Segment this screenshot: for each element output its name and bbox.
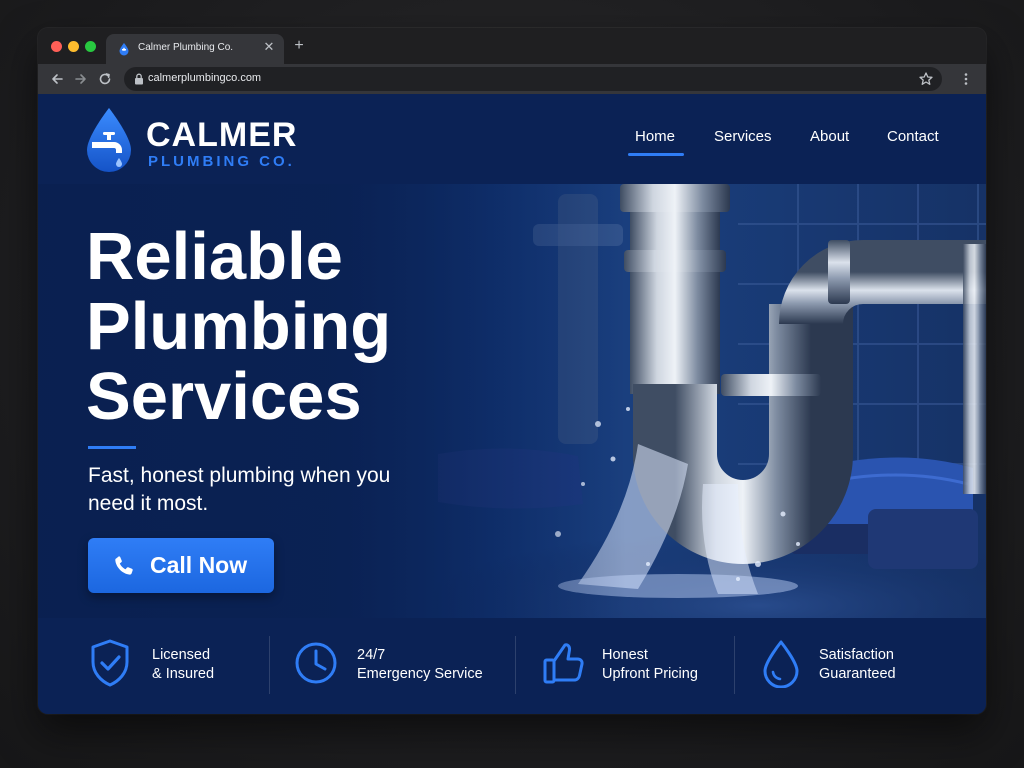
more-vertical-icon[interactable] bbox=[958, 71, 974, 87]
feature-text: Honest Upfront Pricing bbox=[602, 646, 698, 684]
browser-window: Calmer Plumbing Co. ✕ + calmerplumbingco… bbox=[38, 28, 986, 714]
nav-services[interactable]: Services bbox=[714, 128, 772, 145]
window-close-button[interactable] bbox=[51, 41, 62, 52]
hero-title-line: Reliable bbox=[86, 219, 343, 294]
window-minimize-button[interactable] bbox=[68, 41, 79, 52]
browser-tab[interactable]: Calmer Plumbing Co. ✕ bbox=[106, 34, 284, 64]
reload-icon[interactable] bbox=[96, 70, 114, 88]
nav-active-indicator bbox=[628, 153, 684, 156]
plus-icon[interactable]: + bbox=[290, 37, 308, 55]
feature-licensed: Licensed & Insured bbox=[38, 618, 268, 714]
arrow-right-icon[interactable] bbox=[72, 70, 90, 88]
address-bar[interactable]: calmerplumbingco.com bbox=[124, 67, 942, 91]
hero-title-line: Services bbox=[86, 359, 362, 434]
feature-text: 24/7 Emergency Service bbox=[357, 646, 483, 684]
thumbs-up-icon bbox=[543, 643, 584, 684]
close-icon[interactable]: ✕ bbox=[262, 40, 276, 54]
feature-line: Guaranteed bbox=[819, 666, 896, 682]
nav-about[interactable]: About bbox=[810, 128, 849, 145]
arrow-left-icon[interactable] bbox=[48, 70, 66, 88]
logo-subtitle: PLUMBING CO. bbox=[148, 153, 295, 170]
site-logo[interactable]: CALMER PLUMBING CO. bbox=[84, 106, 354, 176]
lock-icon bbox=[135, 73, 143, 85]
tab-strip: Calmer Plumbing Co. ✕ + bbox=[38, 28, 986, 64]
feature-text: Satisfaction Guaranteed bbox=[819, 646, 896, 684]
feature-line: Satisfaction bbox=[819, 647, 894, 663]
hero-accent-rule bbox=[88, 446, 136, 449]
feature-line: Upfront Pricing bbox=[602, 666, 698, 682]
window-maximize-button[interactable] bbox=[85, 41, 96, 52]
phone-icon bbox=[115, 556, 133, 575]
feature-emergency: 24/7 Emergency Service bbox=[270, 618, 515, 714]
features-bar: Licensed & Insured 24/7 Emergency Servic… bbox=[38, 618, 986, 714]
shield-check-icon bbox=[91, 639, 129, 687]
feature-guarantee: Satisfaction Guaranteed bbox=[735, 618, 986, 714]
nav-home[interactable]: Home bbox=[635, 128, 675, 145]
feature-line: Honest bbox=[602, 647, 648, 663]
browser-toolbar: calmerplumbingco.com bbox=[38, 64, 986, 94]
hero-subtitle: Fast, honest plumbing when you need it m… bbox=[88, 464, 391, 515]
site-header: CALMER PLUMBING CO. Home Services About … bbox=[38, 94, 986, 184]
clock-icon bbox=[295, 642, 337, 684]
logo-name: CALMER bbox=[146, 116, 298, 154]
feature-pricing: Honest Upfront Pricing bbox=[516, 618, 734, 714]
hero-title-line: Plumbing bbox=[86, 289, 392, 364]
tab-title: Calmer Plumbing Co. bbox=[138, 42, 234, 53]
call-now-label: Call Now bbox=[150, 552, 248, 578]
feature-line: Licensed bbox=[152, 647, 211, 663]
feature-line: Emergency Service bbox=[357, 666, 483, 682]
hero-section: Reliable Plumbing Services Fast, honest … bbox=[38, 184, 986, 618]
water-drop-faucet-icon bbox=[87, 108, 131, 172]
star-icon[interactable] bbox=[918, 71, 934, 87]
feature-line: 24/7 bbox=[357, 647, 386, 663]
feature-text: Licensed & Insured bbox=[152, 646, 214, 684]
nav-contact[interactable]: Contact bbox=[887, 128, 939, 145]
water-drop-icon bbox=[119, 43, 129, 56]
web-page: CALMER PLUMBING CO. Home Services About … bbox=[38, 94, 986, 714]
url-text: calmerplumbingco.com bbox=[148, 72, 262, 84]
call-now-button[interactable]: Call Now bbox=[88, 538, 274, 593]
water-drop-icon bbox=[763, 640, 799, 688]
feature-line: & Insured bbox=[152, 666, 215, 682]
hero-title: Reliable Plumbing Services bbox=[86, 222, 466, 432]
